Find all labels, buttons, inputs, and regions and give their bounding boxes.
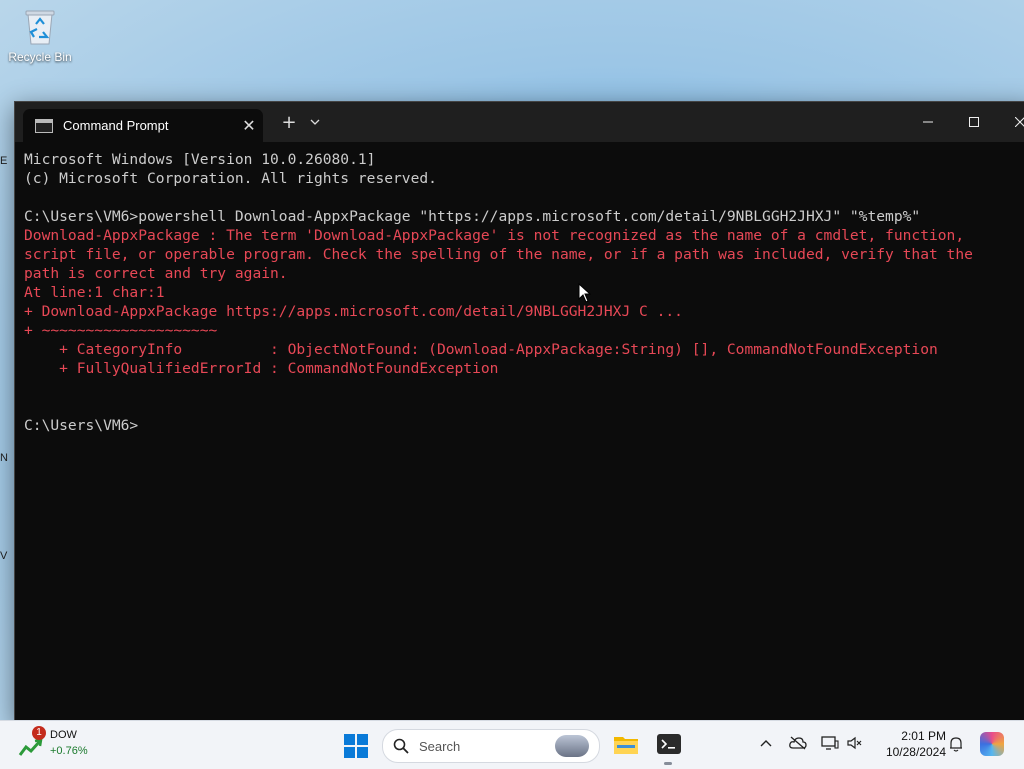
console-output[interactable]: Microsoft Windows [Version 10.0.26080.1]… — [24, 150, 1024, 435]
recycle-bin-shortcut[interactable]: Recycle Bin — [6, 8, 74, 64]
maximize-button[interactable] — [951, 102, 997, 142]
command-prompt-icon — [35, 118, 53, 133]
cloud-offline-icon — [789, 736, 807, 750]
recycle-bin-icon — [23, 8, 57, 46]
close-window-button[interactable] — [997, 102, 1024, 142]
tab-close-button[interactable]: ✕ — [235, 116, 263, 135]
desktop-icon-fragment: E — [0, 155, 8, 167]
widget-change: +0.76% — [50, 745, 88, 757]
recycle-bin-label: Recycle Bin — [8, 50, 72, 64]
console-line: Download-AppxPackage : The term 'Downloa… — [24, 227, 965, 244]
clock-time: 2:01 PM — [901, 729, 946, 743]
mouse-pointer-icon — [578, 283, 592, 303]
active-app-indicator — [664, 762, 672, 765]
console-line: Microsoft Windows [Version 10.0.26080.1] — [24, 151, 376, 168]
search-highlight-icon — [555, 735, 589, 757]
start-button[interactable] — [344, 734, 368, 758]
onedrive-button[interactable] — [789, 736, 807, 754]
taskbar: 1 DOW +0.76% Search 2:01 PM 10/28/2024 — [0, 720, 1024, 769]
tab-dropdown-button[interactable] — [305, 114, 325, 128]
minimize-icon — [923, 121, 933, 123]
widget-ticker: DOW — [50, 729, 77, 741]
console-line: script file, or operable program. Check … — [24, 246, 973, 263]
console-line: C:\Users\VM6>powershell Download-AppxPac… — [24, 208, 921, 225]
copilot-button[interactable] — [980, 732, 1004, 756]
desktop-icon-fragment: N — [0, 452, 8, 464]
volume-button[interactable] — [847, 736, 863, 754]
console-line: path is correct and try again. — [24, 265, 288, 282]
notifications-button[interactable] — [949, 736, 963, 756]
console-line: + ~~~~~~~~~~~~~~~~~~~~ — [24, 322, 218, 339]
speaker-muted-icon — [847, 736, 862, 750]
network-button[interactable] — [821, 736, 839, 754]
terminal-icon — [657, 734, 681, 754]
close-icon — [1015, 117, 1024, 127]
folder-icon — [614, 737, 638, 754]
console-line: + Download-AppxPackage https://apps.micr… — [24, 303, 683, 320]
new-tab-button[interactable]: + — [277, 112, 301, 133]
console-line: + FullyQualifiedErrorId : CommandNotFoun… — [24, 360, 499, 377]
stocks-widget[interactable]: 1 DOW +0.76% — [18, 726, 108, 765]
maximize-icon — [969, 117, 979, 127]
taskbar-search-box[interactable]: Search — [382, 729, 600, 763]
console-line: At line:1 char:1 — [24, 284, 165, 301]
file-explorer-button[interactable] — [612, 730, 640, 758]
minimize-button[interactable] — [905, 102, 951, 142]
bell-icon — [950, 737, 962, 752]
stock-chart-icon — [18, 738, 43, 756]
search-placeholder: Search — [419, 738, 461, 754]
search-icon — [393, 738, 409, 754]
console-line: + CategoryInfo : ObjectNotFound: (Downlo… — [24, 341, 938, 358]
network-icon — [821, 736, 839, 750]
console-line: (c) Microsoft Corporation. All rights re… — [24, 170, 437, 187]
notification-badge: 1 — [32, 726, 46, 740]
desktop-icon-fragment: V — [0, 550, 8, 562]
tab-command-prompt[interactable]: Command Prompt ✕ — [23, 109, 263, 142]
terminal-taskbar-button[interactable] — [655, 730, 683, 758]
clock[interactable]: 2:01 PM 10/28/2024 — [874, 728, 946, 760]
terminal-window[interactable]: Command Prompt ✕ + Microsoft Windows [Ve… — [14, 101, 1024, 723]
chevron-up-icon — [760, 740, 772, 747]
title-bar[interactable]: Command Prompt ✕ + — [15, 102, 1024, 142]
chevron-down-icon — [310, 119, 320, 125]
tab-title: Command Prompt — [63, 118, 169, 133]
console-line: C:\Users\VM6> — [24, 417, 139, 434]
tray-overflow-button[interactable] — [760, 736, 772, 751]
clock-date: 10/28/2024 — [885, 745, 946, 759]
